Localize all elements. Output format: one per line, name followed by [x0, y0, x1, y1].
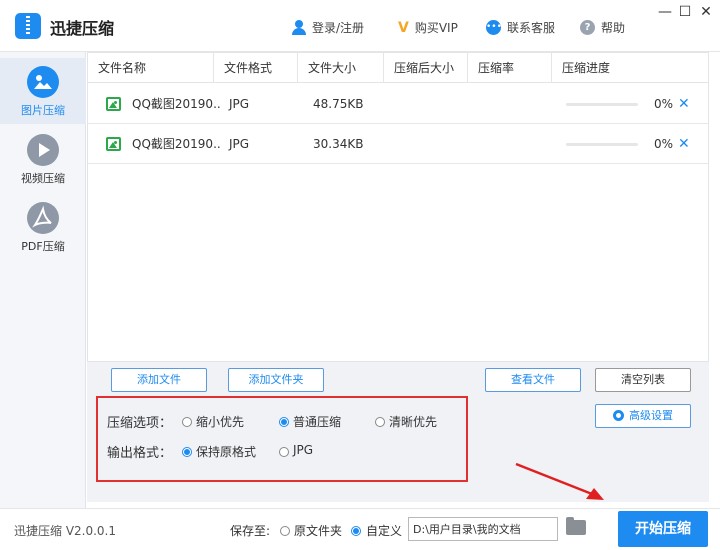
- compress-choice-label: 缩小优先: [196, 415, 245, 429]
- save-path-input[interactable]: [408, 517, 558, 541]
- compress-radio-smaller[interactable]: [182, 417, 192, 427]
- output-format-label: 输出格式：: [107, 446, 173, 461]
- format-radio-original[interactable]: [182, 447, 192, 457]
- clear-list-button[interactable]: 清空列表: [595, 368, 691, 392]
- add-file-button[interactable]: 添加文件: [111, 368, 207, 392]
- login-label: 登录/注册: [312, 21, 365, 35]
- file-table: 文件名称 文件格式 文件大小 压缩后大小 压缩率 压缩进度 QQ截图20190.…: [87, 52, 709, 362]
- file-name: QQ截图20190..: [132, 97, 221, 111]
- start-compress-button[interactable]: 开始压缩: [618, 511, 708, 547]
- sidebar: 图片压缩 视频压缩 PDF压缩: [0, 52, 86, 508]
- image-file-icon: [106, 137, 121, 151]
- close-button[interactable]: ✕: [697, 4, 715, 20]
- play-icon: [27, 134, 59, 166]
- image-icon: [27, 66, 59, 98]
- help-label: 帮助: [601, 21, 626, 35]
- progress-text: 0%: [654, 97, 674, 111]
- chat-icon: •••: [486, 20, 502, 35]
- progress-text: 0%: [654, 137, 674, 151]
- folder-icon[interactable]: [566, 517, 586, 535]
- format-choice-label: 保持原格式: [196, 445, 257, 459]
- sidebar-item-label: PDF压缩: [21, 240, 65, 253]
- login-link[interactable]: 登录/注册: [292, 19, 364, 36]
- image-file-icon: [106, 97, 121, 111]
- compress-choice-label: 普通压缩: [293, 415, 342, 429]
- buy-vip-label: 购买VIP: [414, 21, 458, 35]
- minimize-button[interactable]: —: [656, 4, 674, 20]
- version-text: 迅捷压缩 V2.0.0.1: [14, 524, 117, 538]
- sidebar-item-pdf[interactable]: PDF压缩: [0, 194, 86, 260]
- column-header: 文件名称: [98, 61, 147, 75]
- sidebar-item-label: 图片压缩: [21, 104, 65, 117]
- file-name: QQ截图20190..: [132, 137, 221, 151]
- compress-radio-normal[interactable]: [279, 417, 289, 427]
- column-header: 文件格式: [213, 53, 297, 83]
- gear-icon: [613, 410, 624, 421]
- file-size: 30.34KB: [313, 137, 364, 151]
- options-highlight-box: 压缩选项： 缩小优先 普通压缩 清晰优先 输出格式： 保持原格式 JPG: [96, 396, 468, 482]
- compress-options-label: 压缩选项：: [107, 416, 173, 431]
- save-radio-custom[interactable]: [351, 526, 361, 536]
- add-folder-button[interactable]: 添加文件夹: [228, 368, 324, 392]
- sidebar-item-video[interactable]: 视频压缩: [0, 126, 86, 192]
- title-bar: 迅捷压缩 登录/注册 V 购买VIP ••• 联系客服 ? 帮助 — ☐ ✕: [0, 0, 720, 52]
- remove-file-icon[interactable]: ✕: [678, 84, 692, 124]
- table-row[interactable]: QQ截图20190.. JPG 30.34KB 0% ✕: [88, 124, 708, 164]
- compress-radio-clear[interactable]: [375, 417, 385, 427]
- footer-bar: 迅捷压缩 V2.0.0.1 保存至: 原文件夹 自定义 开始压缩: [0, 508, 720, 550]
- app-logo-icon: [15, 13, 41, 39]
- file-size: 48.75KB: [313, 97, 364, 111]
- advanced-settings-button[interactable]: 高级设置: [595, 404, 691, 428]
- maximize-button[interactable]: ☐: [676, 4, 694, 20]
- save-original-label: 原文件夹: [294, 524, 343, 538]
- progress-bar: [566, 103, 638, 106]
- annotation-arrow: [515, 462, 604, 500]
- pdf-icon: [27, 202, 59, 234]
- support-link[interactable]: ••• 联系客服: [486, 19, 555, 36]
- table-header: 文件名称 文件格式 文件大小 压缩后大小 压缩率 压缩进度: [88, 53, 708, 83]
- vip-icon: V: [398, 19, 409, 36]
- table-row[interactable]: QQ截图20190.. JPG 48.75KB 0% ✕: [88, 84, 708, 124]
- sidebar-item-label: 视频压缩: [21, 172, 65, 185]
- column-header: 压缩率: [467, 53, 551, 83]
- buy-vip-link[interactable]: V 购买VIP: [398, 19, 458, 36]
- column-header: 压缩后大小: [383, 53, 467, 83]
- format-radio-jpg[interactable]: [279, 447, 289, 457]
- options-panel: 添加文件 添加文件夹 查看文件 清空列表 高级设置 压缩选项： 缩小优先 普通压…: [87, 362, 709, 502]
- view-file-button[interactable]: 查看文件: [485, 368, 581, 392]
- save-radio-original[interactable]: [280, 526, 290, 536]
- support-label: 联系客服: [507, 21, 556, 35]
- format-choice-label: JPG: [293, 443, 314, 457]
- help-icon: ?: [580, 20, 595, 35]
- remove-file-icon[interactable]: ✕: [678, 124, 692, 164]
- advanced-settings-label: 高级设置: [629, 409, 673, 422]
- column-header: 压缩进度: [551, 53, 708, 83]
- app-title: 迅捷压缩: [50, 19, 115, 38]
- sidebar-item-image[interactable]: 图片压缩: [0, 58, 86, 124]
- help-link[interactable]: ? 帮助: [580, 19, 625, 36]
- save-custom-label: 自定义: [366, 524, 403, 538]
- user-icon: [292, 20, 306, 35]
- progress-bar: [566, 143, 638, 146]
- file-format: JPG: [229, 97, 250, 111]
- compress-choice-label: 清晰优先: [389, 415, 438, 429]
- file-format: JPG: [229, 137, 250, 151]
- save-to-label: 保存至:: [230, 524, 271, 538]
- column-header: 文件大小: [297, 53, 383, 83]
